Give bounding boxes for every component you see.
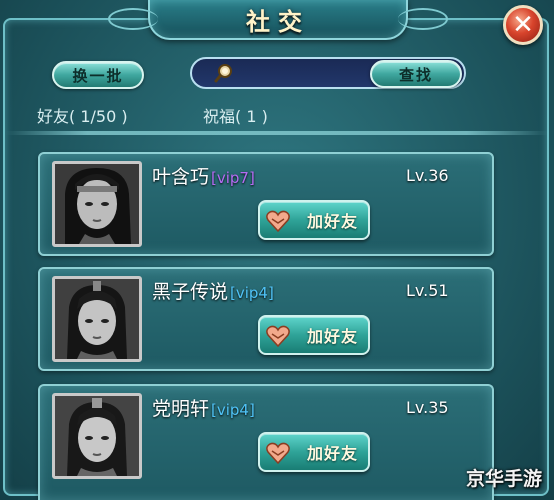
male-portrait-icon	[55, 279, 139, 359]
friends-count: ( 1/50 )	[69, 107, 128, 126]
vip-badge: [vip7]	[211, 169, 255, 187]
female-portrait-icon	[55, 164, 139, 244]
watermark: 京华手游	[466, 468, 543, 490]
divider	[6, 131, 548, 135]
avatar	[52, 276, 142, 362]
handshake-heart-icon	[266, 325, 290, 348]
window-title: 社交	[246, 7, 310, 36]
friend-level: Lv.51	[406, 281, 449, 300]
close-button[interactable]: ✕	[503, 5, 543, 45]
friend-name: 党明轩 [vip4]	[152, 394, 255, 421]
add-friend-button[interactable]: 加好友	[258, 315, 370, 355]
friend-level: Lv.36	[406, 166, 449, 185]
friend-name-text: 叶含巧	[152, 166, 210, 188]
add-friend-button[interactable]: 加好友	[258, 432, 370, 472]
social-window: 社交 ✕ 换一批 查找 好友( 1/50 ) 祝福( 1 ) 叶含巧 [vip7…	[0, 0, 554, 500]
search-button[interactable]: 查找	[370, 60, 462, 88]
search-icon	[214, 64, 232, 83]
handshake-heart-icon	[266, 210, 290, 233]
friend-name-text: 党明轩	[152, 398, 210, 420]
add-friend-label: 加好友	[306, 327, 358, 346]
friends-label: 好友	[37, 107, 70, 126]
friends-stat: 好友( 1/50 )	[37, 103, 128, 127]
handshake-heart-icon	[266, 442, 290, 465]
avatar	[52, 161, 142, 247]
avatar	[52, 393, 142, 479]
add-friend-label: 加好友	[306, 212, 358, 231]
friend-name-text: 黑子传说	[152, 281, 229, 303]
blessing-stat: 祝福( 1 )	[203, 103, 268, 127]
friend-level: Lv.35	[406, 398, 449, 417]
add-friend-button[interactable]: 加好友	[258, 200, 370, 240]
friend-name: 叶含巧 [vip7]	[152, 162, 255, 189]
friend-card: 党明轩 [vip4] Lv.35 加好友	[38, 384, 494, 500]
search-button-label: 查找	[398, 65, 433, 84]
close-icon: ✕	[512, 10, 534, 40]
friend-name: 黑子传说 [vip4]	[152, 277, 274, 304]
vip-badge: [vip4]	[230, 284, 274, 302]
vip-badge: [vip4]	[211, 401, 255, 419]
refresh-button[interactable]: 换一批	[52, 61, 144, 89]
friend-card: 叶含巧 [vip7] Lv.36 加好友	[38, 152, 494, 256]
blessing-count: ( 1 )	[235, 107, 268, 126]
friend-card: 黑子传说 [vip4] Lv.51 加好友	[38, 267, 494, 371]
refresh-button-label: 换一批	[72, 66, 124, 85]
male-portrait-icon	[55, 396, 139, 476]
blessing-label: 祝福	[203, 107, 236, 126]
add-friend-label: 加好友	[306, 444, 358, 463]
title-plate: 社交	[108, 0, 448, 40]
